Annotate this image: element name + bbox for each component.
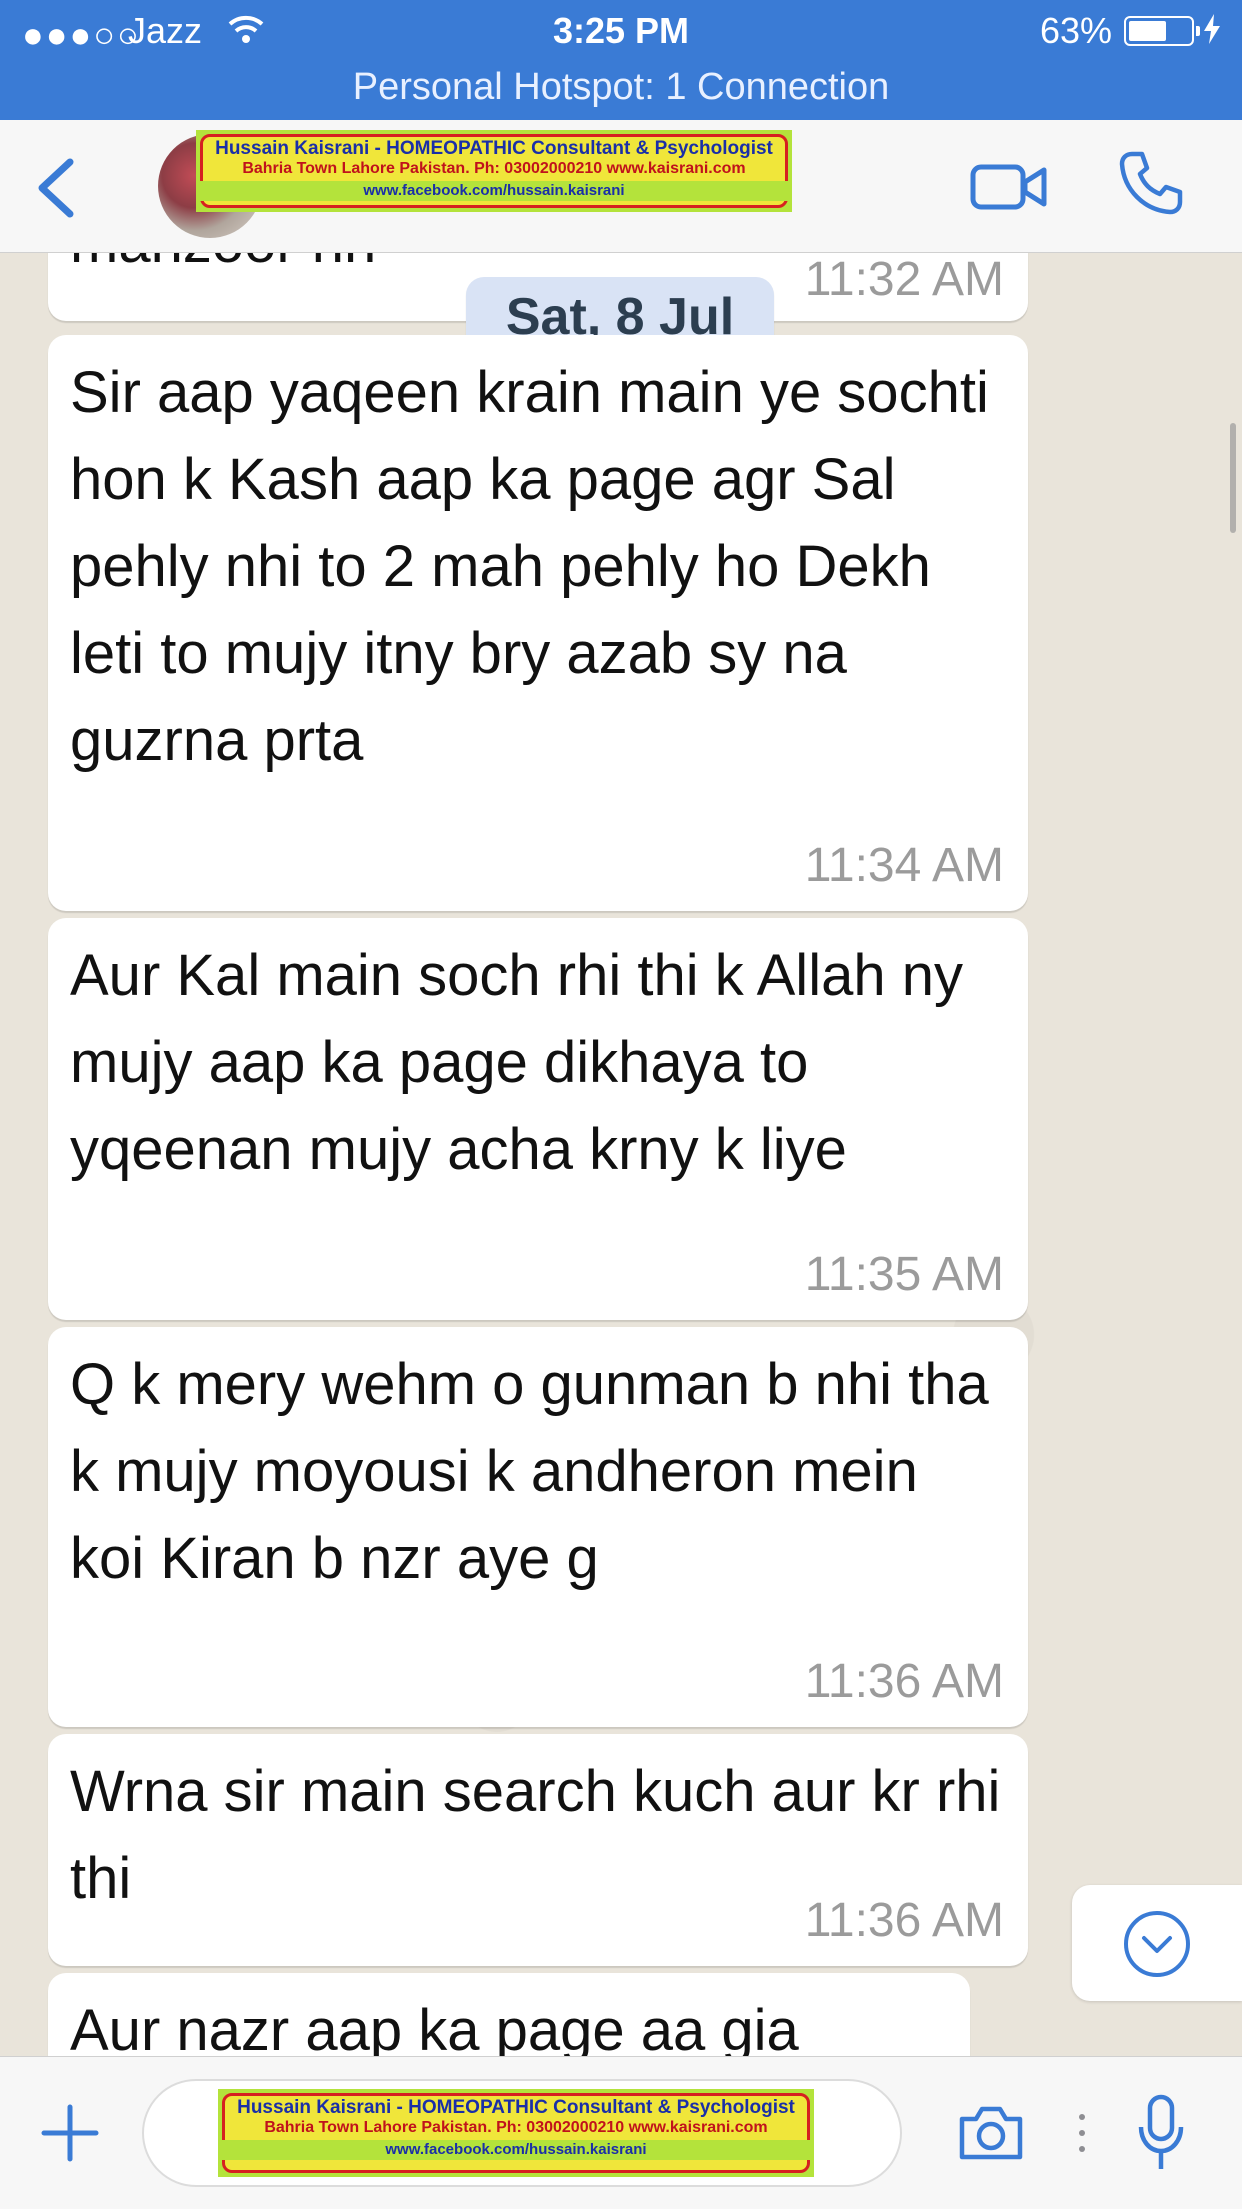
chevron-down-icon [1124,1911,1190,1977]
input-bar: Hussain Kaisrani - HOMEOPATHIC Consultan… [0,2056,1242,2209]
microphone-icon[interactable] [1136,2093,1186,2173]
back-chevron-icon[interactable] [30,156,80,220]
message-input[interactable]: Hussain Kaisrani - HOMEOPATHIC Consultan… [142,2079,902,2187]
message-text: Sir aap yaqeen krain main ye sochti hon … [70,360,989,773]
hotspot-banner[interactable]: Personal Hotspot: 1 Connection [0,66,1242,109]
banner-facebook: www.facebook.com/hussain.kaisrani [221,2140,811,2160]
plus-icon[interactable] [40,2103,100,2163]
message-text: Q k mery wehm o gunman b nhi tha k mujy … [70,1352,989,1591]
banner-address: Bahria Town Lahore Pakistan. Ph: 0300200… [242,160,746,177]
message-bubble[interactable]: Aur Kal main soch rhi thi k Allah ny muj… [48,918,1028,1320]
banner-address: Bahria Town Lahore Pakistan. Ph: 0300200… [264,2119,768,2136]
message-bubble[interactable]: Sir aap yaqeen krain main ye sochti hon … [48,335,1028,911]
battery-percent: 63% [1039,10,1112,51]
message-time: 11:34 AM [804,839,1004,892]
banner-title: Hussain Kaisrani - HOMEOPATHIC Consultan… [237,2097,795,2118]
message-list[interactable]: manzoor hn 11:32 AM Sat, 8 Jul Sir aap y… [0,253,1242,2056]
message-text: Aur nazr aap ka page aa gia [70,1998,799,2056]
banner-title: Hussain Kaisrani - HOMEOPATHIC Consultan… [215,138,773,159]
message-time: 11:36 AM [804,1655,1004,1708]
camera-icon[interactable] [956,2103,1026,2163]
message-time: 11:35 AM [804,1248,1004,1301]
chat-header: Hussain Kaisrani - HOMEOPATHIC Consultan… [0,120,1242,253]
message-text: Aur Kal main soch rhi thi k Allah ny muj… [70,943,963,1182]
message-bubble[interactable]: Wrna sir main search kuch aur kr rhi thi… [48,1734,1028,1966]
input-banner-image: Hussain Kaisrani - HOMEOPATHIC Consultan… [218,2089,814,2177]
video-call-icon[interactable] [970,160,1048,214]
banner-facebook: www.facebook.com/hussain.kaisrani [199,181,789,201]
charging-icon [1204,14,1220,44]
message-bubble[interactable]: Q k mery wehm o gunman b nhi tha k mujy … [48,1327,1028,1727]
status-row: ●●●○○ Jazz 3:25 PM 63% [0,0,1242,62]
phone-call-icon[interactable] [1118,150,1184,216]
status-bar: ●●●○○ Jazz 3:25 PM 63% Personal Hotspot:… [0,0,1242,120]
battery-icon [1124,16,1200,46]
message-bubble[interactable]: Aur nazr aap ka page aa gia [48,1973,970,2056]
contact-name-banner[interactable]: Hussain Kaisrani - HOMEOPATHIC Consultan… [196,130,792,212]
message-time: 11:36 AM [804,1894,1004,1947]
scroll-to-bottom-button[interactable] [1072,1885,1242,2001]
message-time: 11:32 AM [804,253,1004,306]
scroll-indicator[interactable] [1230,423,1236,533]
more-dots-icon [1079,2114,1085,2152]
